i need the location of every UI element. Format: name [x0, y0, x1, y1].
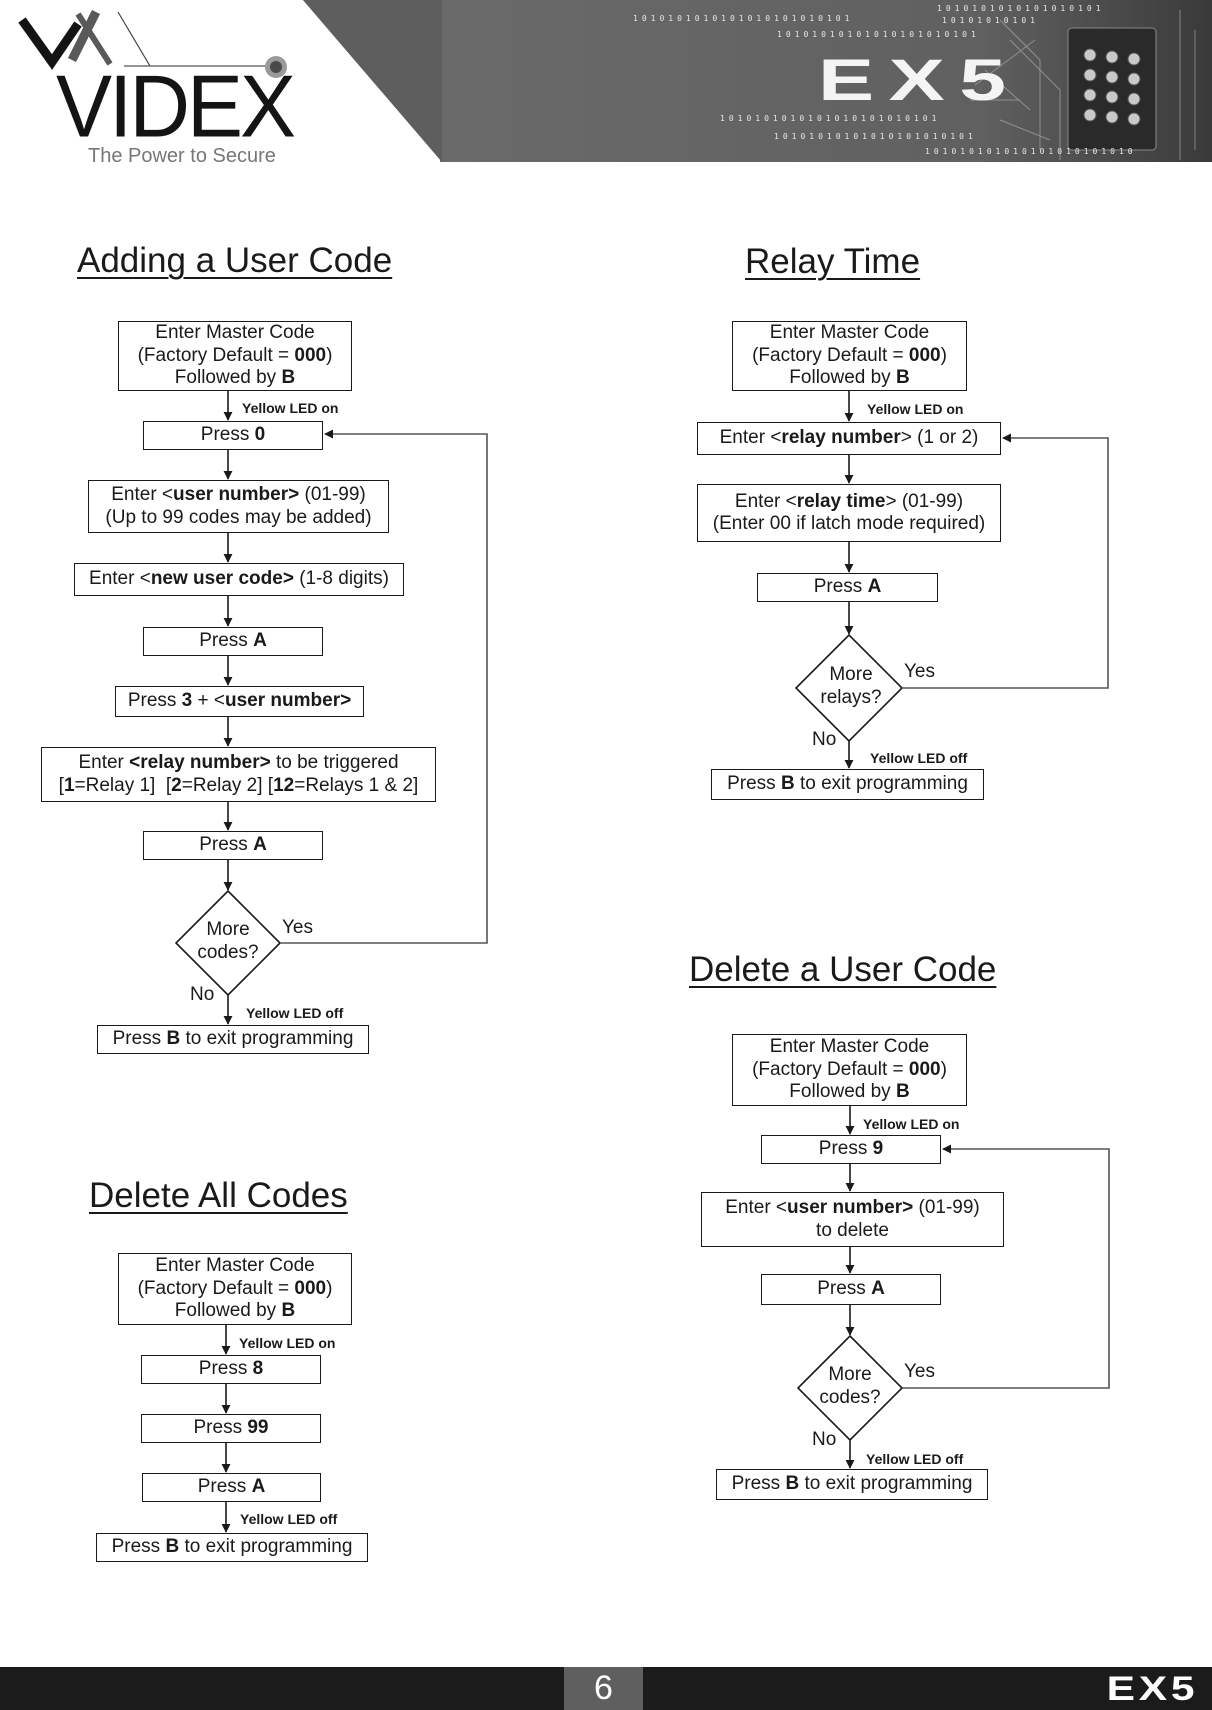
binary-decoration: 10101010101: [942, 16, 1039, 25]
page-header: VIDEX The Power to Secure EX5 1010101010…: [0, 0, 1212, 166]
binary-decoration: 10101010101010101010101: [777, 30, 980, 39]
step-press-0: Press 0: [143, 421, 323, 450]
step-press-a: Press A: [757, 573, 938, 602]
decision-yes-label: Yes: [904, 1361, 935, 1382]
binary-decoration: 1010101010101010101010101: [720, 114, 941, 123]
binary-decoration: 1010101010101010101010101: [633, 14, 854, 23]
led-status-label: Yellow LED off: [870, 750, 968, 766]
step-enter-master-code: Enter Master Code (Factory Default = 000…: [732, 1034, 967, 1106]
led-status-label: Yellow LED off: [246, 1005, 344, 1021]
step-enter-relay-number: Enter <relay number> (1 or 2): [697, 422, 1001, 455]
led-status-label: Yellow LED off: [240, 1511, 338, 1527]
step-press-8: Press 8: [141, 1355, 321, 1384]
step-enter-master-code: Enter Master Code (Factory Default = 000…: [732, 321, 967, 391]
logo-tagline: The Power to Secure: [88, 145, 276, 167]
decision-no-label: No: [812, 1429, 837, 1450]
footer-brand: EX5: [1106, 1670, 1198, 1708]
step-exit-programming: Press B to exit programming: [711, 769, 984, 800]
step-press-a: Press A: [761, 1274, 941, 1305]
binary-decoration: 101010101010101010101010: [925, 147, 1137, 156]
decision-text: More codes?: [197, 919, 259, 963]
step-enter-user-number: Enter <user number> (01-99) (Up to 99 co…: [88, 480, 389, 533]
loop-arrow: [902, 433, 1109, 689]
step-exit-programming: Press B to exit programming: [716, 1469, 988, 1500]
step-enter-master-code: Enter Master Code (Factory Default = 000…: [118, 321, 352, 391]
decision-no-label: No: [812, 729, 837, 750]
page-footer: 6 EX5: [0, 1667, 1212, 1710]
led-status-label: Yellow LED on: [863, 1116, 960, 1132]
step-press-9: Press 9: [761, 1135, 941, 1164]
step-exit-programming: Press B to exit programming: [97, 1025, 369, 1054]
decision-no-label: No: [190, 984, 215, 1005]
step-press-a: Press A: [143, 627, 323, 656]
section-title-relay-time: Relay Time: [745, 242, 921, 281]
decision-text: More relays?: [820, 664, 882, 708]
decision-text: More codes?: [819, 1364, 881, 1408]
step-enter-user-number: Enter <user number> (01-99) to delete: [701, 1192, 1004, 1247]
page-number: 6: [564, 1667, 643, 1710]
led-status-label: Yellow LED on: [242, 400, 339, 416]
step-press-a: Press A: [142, 1473, 321, 1502]
loop-arrow: [902, 1144, 1110, 1389]
binary-decoration: 1010101010101010101: [937, 4, 1105, 13]
decision-yes-label: Yes: [282, 917, 313, 938]
step-enter-new-user-code: Enter <new user code> (1-8 digits): [74, 563, 404, 596]
step-press-99: Press 99: [141, 1414, 321, 1443]
section-title-adding-user-code: Adding a User Code: [77, 241, 393, 280]
binary-decoration: 10101010101010101010101: [774, 132, 977, 141]
led-status-label: Yellow LED on: [239, 1335, 336, 1351]
decision-yes-label: Yes: [904, 661, 935, 682]
videx-logo-text: VIDEX: [56, 56, 296, 156]
step-exit-programming: Press B to exit programming: [96, 1533, 368, 1562]
product-banner-title: EX5: [818, 48, 1021, 113]
step-enter-relay-number: Enter <relay number> to be triggered [1=…: [41, 747, 436, 802]
step-press-3-user-number: Press 3 + <user number>: [115, 686, 364, 717]
step-enter-master-code: Enter Master Code (Factory Default = 000…: [118, 1253, 352, 1325]
led-status-label: Yellow LED on: [867, 401, 964, 417]
step-enter-relay-time: Enter <relay time> (01-99) (Enter 00 if …: [697, 484, 1001, 542]
section-title-delete-all-codes: Delete All Codes: [89, 1176, 348, 1215]
section-title-delete-user-code: Delete a User Code: [689, 950, 997, 989]
step-press-a: Press A: [143, 831, 323, 860]
led-status-label: Yellow LED off: [866, 1451, 964, 1467]
